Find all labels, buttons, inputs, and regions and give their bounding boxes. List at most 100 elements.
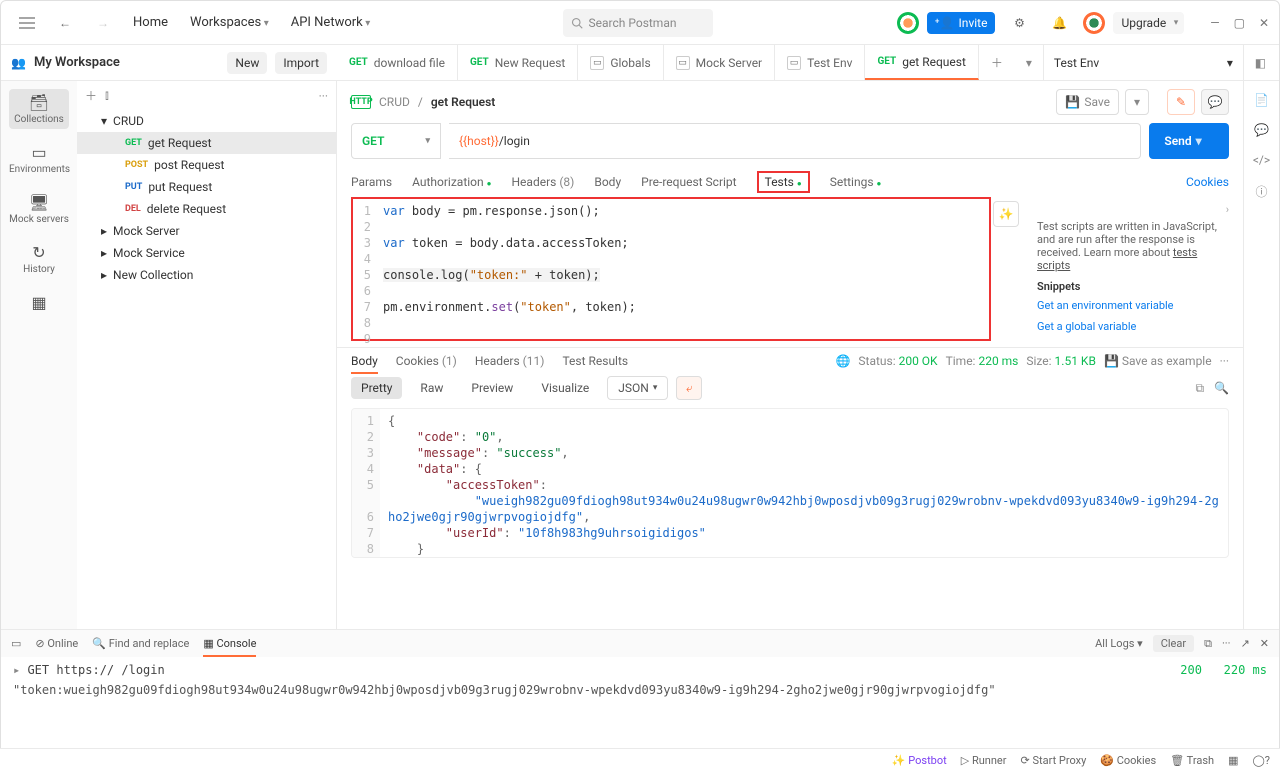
console-tab[interactable]: ▦ Console [203,637,256,650]
edit-icon[interactable]: ✎ [1167,89,1195,115]
tab-get-request[interactable]: GETget Request [865,45,978,80]
response-body[interactable]: 12345678 { "code": "0", "message": "succ… [351,408,1229,558]
log-filter[interactable]: All Logs ▾ [1095,637,1143,650]
code-icon[interactable]: </> [1253,153,1270,167]
rail-configure[interactable]: ▦ [9,289,69,318]
ai-assist-icon[interactable]: ✨ [993,201,1019,227]
wrap-icon[interactable]: ⤶ [676,376,702,400]
view-preview[interactable]: Preview [461,377,523,399]
clear-button[interactable]: Clear [1153,635,1194,652]
tab-download-file[interactable]: GETdownload file [337,45,458,80]
resp-cookies[interactable]: Cookies (1) [396,354,457,368]
nav-api-network[interactable]: API Network [283,11,379,34]
tab-params[interactable]: Params [351,175,392,189]
tab-headers[interactable]: Headers (8) [512,175,575,189]
tab-authorization[interactable]: Authorization [412,175,491,189]
tree-mock-server[interactable]: ▸Mock Server [77,220,336,242]
tree-put-request[interactable]: PUTput Request [77,176,336,198]
online-indicator[interactable]: ⊘ Online [35,637,78,650]
tab-mock-server[interactable]: ▭Mock Server [664,45,776,80]
close-icon[interactable]: ✕ [1259,16,1269,30]
tree-get-request[interactable]: GETget Request [77,132,336,154]
save-button[interactable]: 💾Save [1056,89,1119,115]
cookies-link[interactable]: 🍪 Cookies [1100,754,1156,767]
tab-test-env[interactable]: ▭Test Env [775,45,865,80]
import-button[interactable]: Import [275,52,327,74]
more-icon[interactable]: ··· [319,89,328,103]
view-raw[interactable]: Raw [410,377,453,399]
menu-icon[interactable] [11,7,43,39]
environment-selector[interactable]: Test Env▾ [1043,45,1243,80]
trash-link[interactable]: 🗑 Trash [1170,754,1214,767]
tab-body[interactable]: Body [594,175,621,189]
rail-collections[interactable]: 🗃Collections [9,89,69,129]
snippet-global-var[interactable]: Get a global variable [1037,320,1229,333]
tree-post-request[interactable]: POSTpost Request [77,154,336,176]
help-icon[interactable]: ◯? [1252,754,1270,767]
runner-link[interactable]: ▷ Runner [961,754,1007,767]
panels-icon[interactable]: ▦ [1228,754,1238,767]
tests-editor[interactable]: 123456789 var body = pm.response.json();… [351,197,991,341]
tree-new-collection[interactable]: ▸New Collection [77,264,336,286]
docs-icon[interactable]: 📄 [1254,93,1269,107]
tree-crud[interactable]: ▾CRUD [77,110,336,132]
postbot-link[interactable]: ✨ Postbot [892,754,947,767]
notifications-icon[interactable]: 🔔 [1043,7,1075,39]
comments-icon[interactable]: 💬 [1254,123,1269,137]
tab-settings[interactable]: Settings [830,175,882,189]
send-button[interactable]: Send▾ [1149,123,1229,159]
nav-home[interactable]: Home [125,11,176,34]
view-visualize[interactable]: Visualize [531,377,599,399]
tree-delete-request[interactable]: DELdelete Request [77,198,336,220]
team-avatar-icon[interactable] [897,12,919,34]
invite-button[interactable]: ⁺👤Invite [927,12,996,34]
tree-mock-service[interactable]: ▸Mock Service [77,242,336,264]
filter-icon[interactable]: ⫾ [105,88,109,103]
add-collection-icon[interactable]: ＋ [85,87,97,104]
find-replace[interactable]: 🔍 Find and replace [92,637,189,650]
tabs-dropdown-icon[interactable]: ▾ [1015,45,1043,80]
more-icon[interactable]: ··· [1220,354,1229,368]
more-icon[interactable]: ··· [1222,637,1231,650]
copy-icon[interactable]: ⧉ [1195,381,1204,396]
panel-toggle-icon[interactable]: ▭ [11,637,21,650]
chevron-right-icon[interactable]: › [1226,203,1229,216]
comment-icon[interactable]: 💬 [1201,89,1229,115]
save-example-button[interactable]: 💾 Save as example [1104,354,1212,368]
back-icon[interactable]: ← [49,7,81,39]
tab-prerequest[interactable]: Pre-request Script [641,175,736,189]
save-dropdown[interactable]: ▾ [1125,89,1149,115]
tab-tests[interactable]: Tests [757,171,810,193]
new-button[interactable]: New [227,52,267,74]
search-icon[interactable]: 🔍 [1214,381,1229,396]
upgrade-button[interactable]: Upgrade [1113,12,1184,34]
nav-workspaces[interactable]: Workspaces [182,11,277,34]
maximize-icon[interactable]: ▢ [1234,16,1245,30]
resp-body[interactable]: Body [351,354,378,368]
env-quick-look-icon[interactable]: ◧ [1243,45,1277,80]
minimize-icon[interactable]: — [1210,16,1219,30]
expand-icon[interactable]: ↗ [1241,637,1250,650]
add-tab-button[interactable]: ＋ [979,45,1015,80]
rail-history[interactable]: ↻History [9,239,69,279]
lang-selector[interactable]: JSON▾ [607,376,668,400]
breadcrumb-collection[interactable]: CRUD [379,95,410,109]
search-input[interactable]: Search Postman [563,9,713,37]
resp-headers[interactable]: Headers (11) [475,354,545,368]
code-area[interactable]: var body = pm.response.json(); var token… [377,199,989,339]
proxy-link[interactable]: ⟳ Start Proxy [1021,754,1087,767]
forward-icon[interactable]: → [87,7,119,39]
close-icon[interactable]: ✕ [1260,637,1269,650]
view-pretty[interactable]: Pretty [351,377,402,399]
user-avatar-icon[interactable] [1083,12,1105,34]
url-input[interactable]: {{host}}/login [449,123,1141,159]
tab-new-request[interactable]: GETNew Request [458,45,578,80]
info-icon[interactable]: ⓘ [1255,183,1267,200]
method-selector[interactable]: GET▾ [351,123,441,159]
tab-globals[interactable]: ▭Globals [578,45,663,80]
snippet-env-var[interactable]: Get an environment variable [1037,299,1229,312]
settings-icon[interactable]: ⚙ [1003,7,1035,39]
rail-environments[interactable]: ▭Environments [9,139,69,179]
network-icon[interactable]: 🌐 [835,354,850,368]
cookies-link[interactable]: Cookies [1186,175,1229,189]
